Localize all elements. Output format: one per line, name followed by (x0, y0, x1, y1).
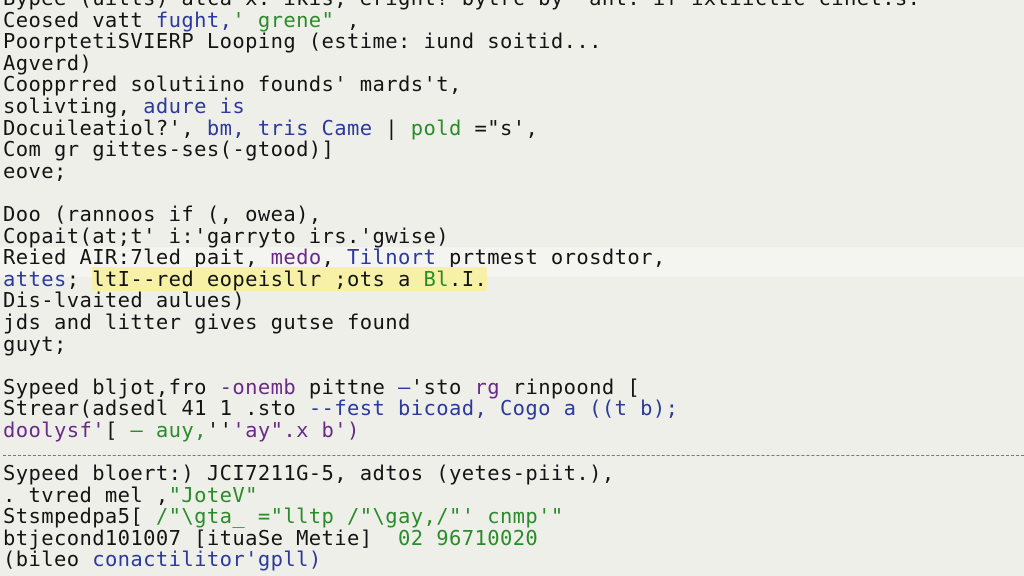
line-text: attes (3, 266, 67, 291)
line-text: Tilnort (347, 245, 437, 270)
dashed-separator (3, 441, 1024, 463)
line-text: Copait(at;t' i:'garryto irs.'gwise) (3, 223, 449, 248)
line-text: ' grene" (232, 7, 335, 32)
line-text: solivting, (3, 93, 144, 118)
line-text: btjecond101007 [ituaSe Metie] (3, 525, 399, 550)
line-text: Sypeed bloert:) JCI7211G-5, adtos (yetes… (3, 461, 615, 486)
line-text: "JoteV" (168, 482, 258, 507)
line-text: rg (474, 374, 500, 399)
terminal-line: solivting, adure is (3, 93, 1024, 118)
line-text: — auy, (130, 417, 207, 442)
line-text: Stsmpedpa5[ (3, 504, 156, 529)
line-text: conactilitor'gpll) (92, 547, 322, 572)
line-text: Doo (rannoos if (, owea), (3, 201, 322, 226)
line-text: , (334, 7, 360, 32)
line-text: -onemb (219, 374, 297, 399)
terminal-line: Stsmpedpa5[ /"\gta_ ="lltp /"\gay,/"' cn… (3, 504, 1024, 529)
line-text: doolysf' (3, 417, 105, 442)
line-text: 'sto (410, 374, 475, 399)
terminal-line: doolysf'[ — auy,'''ay".x b') (3, 417, 1024, 442)
line-text: guyt; (3, 331, 67, 356)
line-text: ; (66, 266, 93, 291)
terminal-line: Sypeed bloert:) JCI7211G-5, adtos (yetes… (3, 461, 1024, 486)
line-text: PoorptetiSVIERP Looping (estime: iund so… (3, 29, 602, 54)
terminal-line: Strear(adsedl 41 1 .sto --fest bicoad, C… (3, 396, 1024, 421)
terminal-line: btjecond101007 [ituaSe Metie] 02 9671002… (3, 525, 1024, 550)
highlighted-text: Bl (423, 266, 449, 291)
line-text: fught, (155, 7, 233, 32)
terminal-line: Docuileatiol?', bm, tris Came | pold ="s… (3, 115, 1024, 140)
line-text: medo (270, 245, 322, 270)
line-text: '' (206, 417, 233, 442)
line-text: (bileo (3, 547, 93, 572)
line-text: adure is (143, 93, 246, 118)
terminal-line: Agverd) (3, 50, 1024, 75)
terminal-line: Doo (rannoos if (, owea), (3, 201, 1024, 226)
line-text: Ceosed vatt (3, 7, 156, 32)
line-text: , (321, 245, 348, 270)
terminal-line: jds and litter gives gutse found (3, 309, 1024, 334)
line-text: jds and litter gives gutse found (3, 309, 411, 334)
line-text: | (372, 115, 411, 140)
line-text: bm, tris Came (206, 115, 373, 140)
terminal-line: Sypeed bljot,fro -onemb pittne —'sto rg … (3, 374, 1024, 399)
terminal-line: Reied AIR:7led pait, medo, Tilnort prtme… (3, 245, 1024, 270)
line-text: eove; (3, 158, 67, 183)
line-text: --fest bicoad, Cogo a ((t b); (308, 396, 679, 421)
line-text: Strear(adsedl 41 1 .sto (3, 396, 309, 421)
line-text: Reied AIR:7led pait, (3, 245, 271, 270)
line-text: Agverd) (3, 50, 93, 75)
terminal-output: Bypee (uitts) atca-x. ikis, eright? bytr… (3, 0, 1024, 571)
terminal-line: eove; (3, 158, 1024, 183)
terminal-line: Ceosed vatt fught,' grene" , (3, 7, 1024, 32)
highlighted-text: .I. (448, 266, 488, 291)
line-text: Coopprred solutiino founds' mards't, (3, 72, 462, 97)
line-text: prtmest orosdtor, (436, 245, 666, 270)
terminal-line: (bileo conactilitor'gpll) (3, 549, 1024, 571)
highlighted-text: ltI--red eopeisllr ;ots a (92, 266, 424, 291)
line-text: Com gr gittes-ses(-gtood)] (3, 137, 335, 162)
terminal-line: attes; ltI--red eopeisllr ;ots a Bl.I. (3, 266, 1024, 291)
terminal-line: Copait(at;t' i:'garryto irs.'gwise) (3, 223, 1024, 248)
line-text: 'ay".x b') (232, 417, 360, 442)
line-text: /"\gta_ ="lltp /"\gay,/"' cnmp'" (155, 504, 564, 529)
line-text: 02 96710020 (398, 525, 539, 550)
terminal-line: Coopprred solutiino founds' mards't, (3, 74, 1024, 96)
terminal-line: . tvred mel ,"JoteV" (3, 482, 1024, 507)
line-text: pold (410, 115, 462, 140)
line-text: Sypeed bljot,fro (3, 374, 220, 399)
line-text: — (398, 374, 411, 399)
line-text: pittne (296, 374, 399, 399)
line-text: . tvred mel , (3, 482, 169, 507)
terminal-line: guyt; (3, 331, 1024, 356)
line-text: Dis-lvaited aulues) (3, 288, 246, 313)
terminal-line: Com gr gittes-ses(-gtood)] (3, 137, 1024, 162)
terminal-line: PoorptetiSVIERP Looping (estime: iund so… (3, 29, 1024, 54)
line-text: rinpoond [ (499, 374, 641, 399)
line-text: ="s', (461, 115, 539, 140)
line-text: [ (104, 417, 131, 442)
terminal-line: Dis-lvaited aulues) (3, 290, 1024, 312)
line-text: Docuileatiol?', (3, 115, 207, 140)
